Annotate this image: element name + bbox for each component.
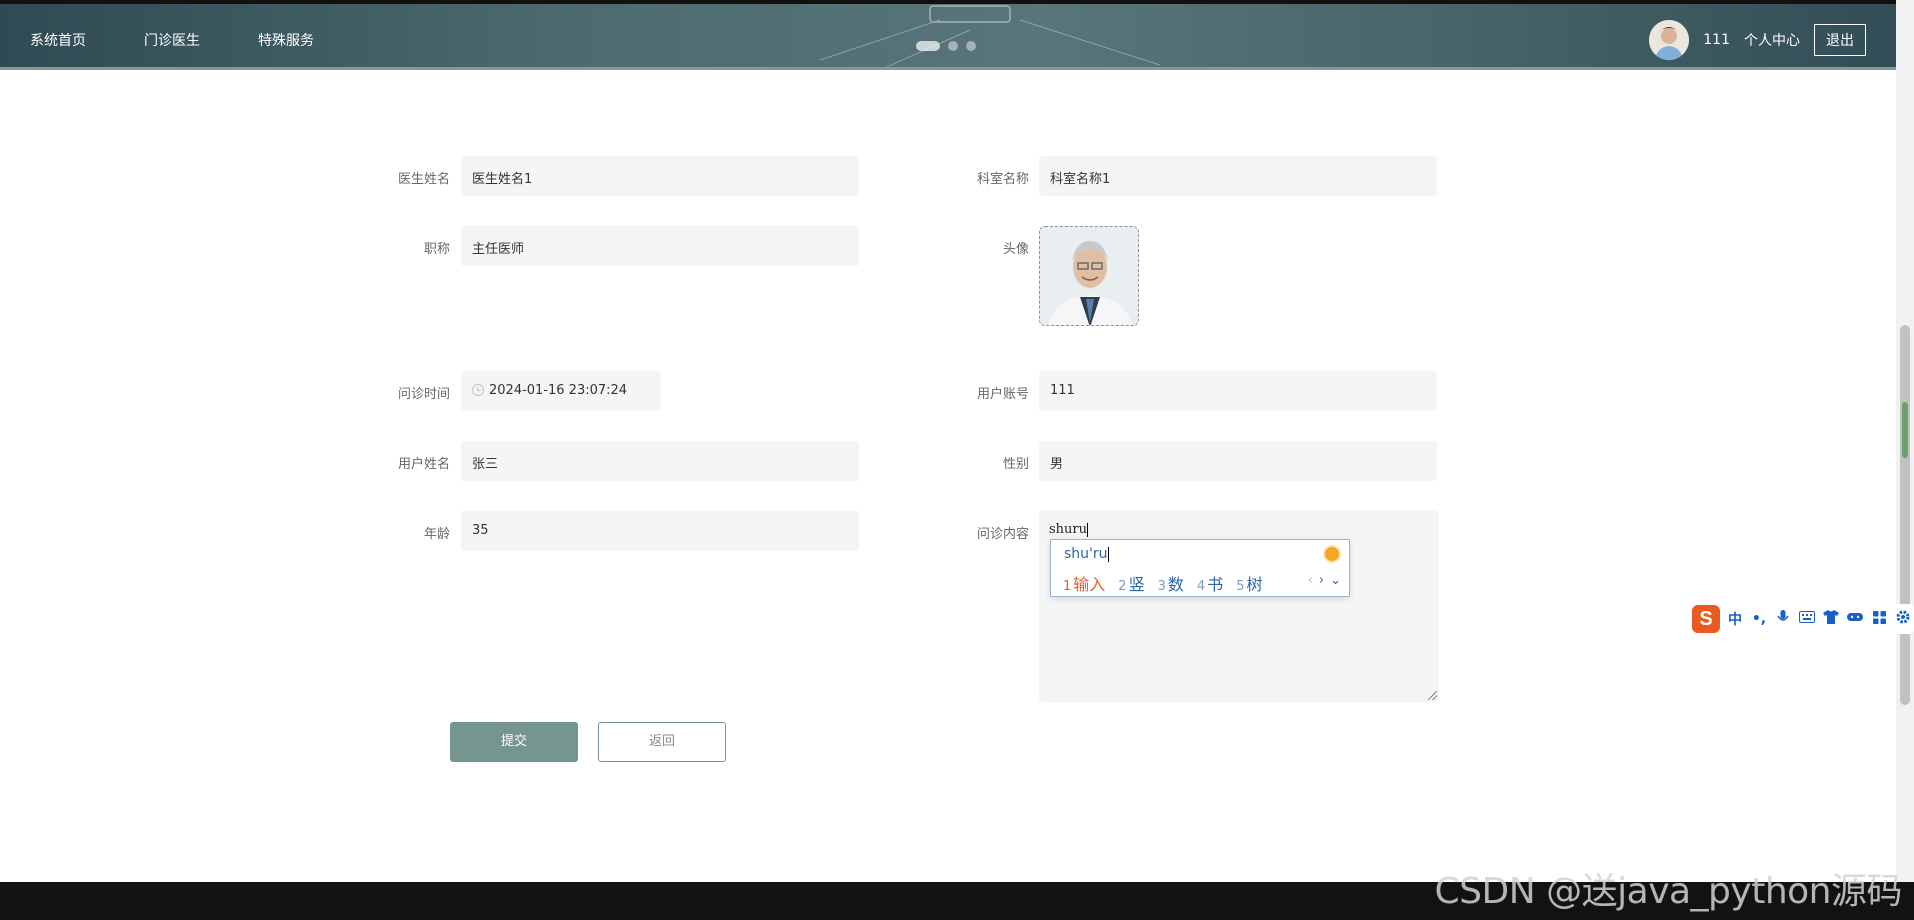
- ime-page-controls: ‹ › ⌄: [1308, 573, 1341, 588]
- submit-button[interactable]: 提交: [450, 722, 578, 762]
- prev-page-icon[interactable]: ‹: [1308, 573, 1313, 588]
- doctor-name-field[interactable]: 医生姓名1: [461, 156, 859, 196]
- sogou-logo-icon[interactable]: S: [1692, 605, 1720, 633]
- gender-label: 性别: [1002, 457, 1029, 472]
- expand-icon[interactable]: ⌄: [1330, 573, 1341, 588]
- clock-icon: [472, 384, 484, 396]
- next-page-icon[interactable]: ›: [1319, 573, 1324, 588]
- back-button[interactable]: 返回: [598, 722, 726, 762]
- top-header: 系统首页 门诊医生 特殊服务 111 个人中心 退出: [0, 0, 1896, 70]
- user-name-label: 用户姓名: [397, 457, 450, 472]
- scrollbar-marker: [1902, 402, 1908, 458]
- account-label: 用户账号: [976, 387, 1029, 402]
- user-name: 111: [1703, 32, 1730, 48]
- avatar-label: 头像: [1002, 242, 1029, 257]
- scrollbar-thumb[interactable]: [1900, 325, 1910, 705]
- nav-special-services[interactable]: 特殊服务: [258, 30, 314, 50]
- page-scrollbar[interactable]: [1896, 0, 1914, 882]
- text-caret: [1087, 522, 1089, 537]
- ime-composition-text: shu'ru: [1064, 546, 1108, 562]
- carousel-dot[interactable]: [948, 41, 958, 51]
- logout-button[interactable]: 退出: [1814, 24, 1866, 56]
- candidate-text: 书: [1207, 575, 1224, 594]
- user-avatar[interactable]: [1649, 20, 1690, 60]
- ime-candidate[interactable]: 4书: [1197, 571, 1223, 595]
- carousel-dot[interactable]: [966, 41, 976, 51]
- game-controller-icon[interactable]: [1846, 611, 1864, 627]
- candidate-text: 树: [1246, 575, 1263, 594]
- content-text: shuru: [1049, 522, 1088, 537]
- user-name-field[interactable]: 张三: [461, 441, 859, 481]
- ime-toolbar: S 中 •,: [1688, 604, 1914, 634]
- candidate-number: 5: [1236, 579, 1245, 594]
- doctor-photo: [1040, 227, 1138, 325]
- nav-doctors[interactable]: 门诊医生: [144, 30, 200, 50]
- title-label: 职称: [423, 242, 450, 257]
- department-field[interactable]: 科室名称1: [1039, 156, 1437, 196]
- nav-home[interactable]: 系统首页: [30, 30, 86, 50]
- header-decoration: [820, 5, 1160, 67]
- ime-composition: shu'ru: [1064, 546, 1109, 562]
- doctor-name-label: 医生姓名: [397, 172, 450, 187]
- ime-mode-toggle[interactable]: 中: [1726, 609, 1744, 629]
- settings-gear-icon[interactable]: [1894, 610, 1912, 628]
- candidate-number: 2: [1118, 579, 1127, 594]
- gender-field[interactable]: 男: [1039, 441, 1437, 481]
- punctuation-toggle[interactable]: •,: [1750, 611, 1768, 627]
- microphone-icon[interactable]: [1774, 610, 1792, 628]
- user-center-link[interactable]: 个人中心: [1744, 30, 1800, 50]
- watermark: CSDN @送java_python源码: [1434, 871, 1903, 912]
- age-field[interactable]: 35: [461, 511, 859, 551]
- consult-time-label: 问诊时间: [397, 387, 450, 402]
- consult-time-value: 2024-01-16 23:07:24: [489, 383, 628, 398]
- carousel-dot[interactable]: [916, 41, 940, 51]
- title-field[interactable]: 主任医师: [461, 226, 859, 266]
- department-label: 科室名称: [976, 172, 1029, 187]
- main-nav: 系统首页 门诊医生 特殊服务: [30, 30, 314, 50]
- candidate-number: 3: [1157, 579, 1166, 594]
- candidate-text: 竖: [1128, 575, 1145, 594]
- candidate-text: 数: [1167, 575, 1184, 594]
- content-label: 问诊内容: [976, 527, 1029, 542]
- keyboard-icon[interactable]: [1798, 611, 1816, 627]
- ime-candidate[interactable]: 1 输入: [1063, 571, 1105, 595]
- account-field[interactable]: 111: [1039, 371, 1437, 411]
- avatar-image: [1649, 20, 1690, 60]
- ime-candidates: 1 输入 2竖 3数 4书 5树: [1063, 571, 1262, 595]
- age-label: 年龄: [423, 527, 450, 542]
- ime-candidate[interactable]: 2竖: [1118, 571, 1144, 595]
- consult-time-field[interactable]: 2024-01-16 23:07:24: [461, 371, 661, 411]
- skin-shirt-icon[interactable]: [1822, 610, 1840, 628]
- candidate-number: 4: [1196, 579, 1206, 594]
- carousel-indicators: [916, 41, 976, 51]
- ime-skin-icon[interactable]: [1323, 545, 1341, 563]
- candidate-text: 输入: [1073, 575, 1106, 594]
- ime-candidate-window: shu'ru 1 输入 2竖 3数 4书 5树 ‹ › ⌄: [1050, 539, 1350, 597]
- ime-caret: [1107, 546, 1109, 562]
- ime-candidate[interactable]: 5树: [1236, 571, 1262, 595]
- candidate-number: 1: [1063, 579, 1072, 594]
- ime-candidate[interactable]: 3数: [1158, 571, 1184, 595]
- resize-handle[interactable]: [1428, 691, 1437, 700]
- user-area: 111 个人中心 退出: [1649, 20, 1866, 60]
- toolbox-grid-icon[interactable]: [1870, 610, 1888, 628]
- doctor-photo-upload[interactable]: [1039, 226, 1139, 326]
